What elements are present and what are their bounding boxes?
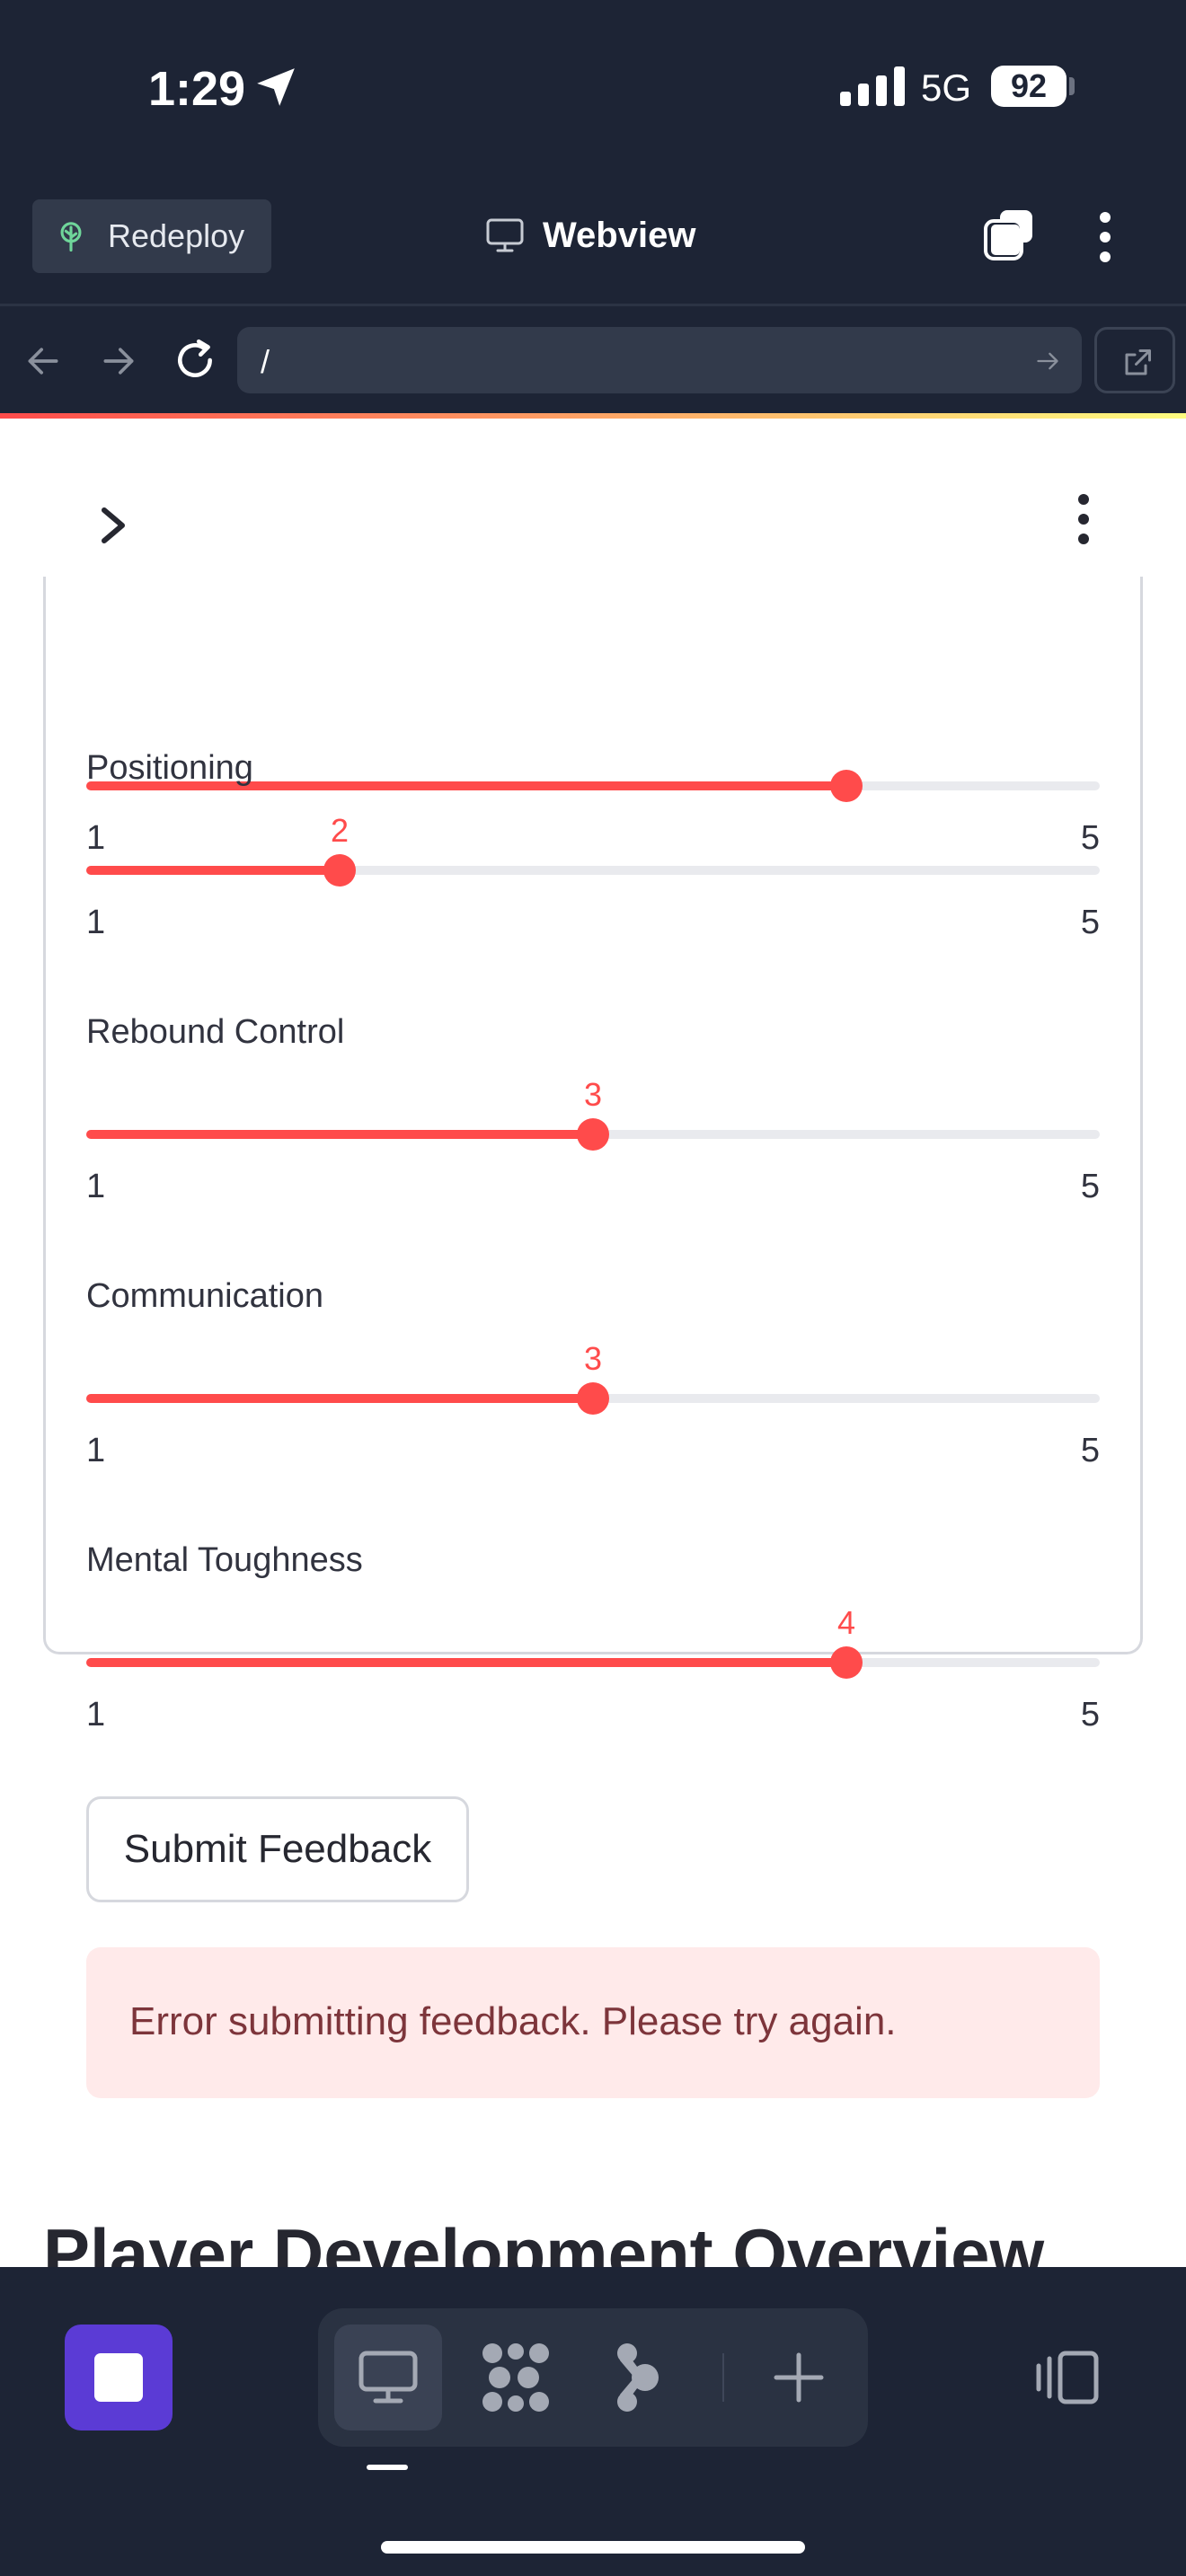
slider-max-label: 5 xyxy=(1080,1168,1100,1205)
network-type: 5G xyxy=(921,66,972,109)
main-menu-icon[interactable] xyxy=(1073,492,1094,546)
stop-button[interactable] xyxy=(65,2325,173,2430)
url-text: / xyxy=(261,343,270,380)
slider-track[interactable] xyxy=(86,1118,1100,1151)
slider-label: Communication xyxy=(86,1277,323,1315)
forward-arrow-icon[interactable] xyxy=(99,341,138,381)
error-alert: Error submitting feedback. Please try ag… xyxy=(86,1947,1100,2098)
slider-max-label: 5 xyxy=(1080,819,1100,857)
tree-icon xyxy=(60,222,82,251)
signal-icon xyxy=(840,66,905,106)
open-external-button[interactable] xyxy=(1094,327,1175,393)
slider-value-label: 4 xyxy=(836,1604,856,1641)
battery-tip xyxy=(1069,77,1075,95)
chevron-right-icon[interactable] xyxy=(97,503,133,548)
error-message: Error submitting feedback. Please try ag… xyxy=(129,1999,897,2043)
section-heading: Player Development Overview xyxy=(43,2214,1045,2267)
redeploy-label: Redeploy xyxy=(108,217,245,254)
stop-icon xyxy=(94,2353,143,2402)
header-divider xyxy=(0,304,1186,306)
home-indicator xyxy=(381,2541,805,2554)
external-link-icon xyxy=(1125,349,1151,375)
more-vertical-icon[interactable] xyxy=(1096,210,1114,264)
tabs-icon[interactable] xyxy=(982,208,1036,262)
desktop-tool-button[interactable] xyxy=(334,2325,442,2430)
status-time: 1:29 xyxy=(148,62,246,116)
location-arrow-icon xyxy=(257,68,295,106)
slider-fill xyxy=(86,1394,593,1403)
top-gradient-bar xyxy=(0,413,1186,419)
tool-group xyxy=(318,2308,868,2447)
slider-value-label: 3 xyxy=(583,1076,603,1113)
redeploy-button[interactable]: Redeploy xyxy=(32,199,271,273)
slider-min-label: 1 xyxy=(86,1696,106,1734)
status-bar: 1:29 5G 92 xyxy=(0,0,1186,180)
desktop-icon xyxy=(358,2351,418,2404)
plus-icon[interactable] xyxy=(773,2351,825,2404)
monitor-icon xyxy=(486,218,524,252)
back-arrow-icon[interactable] xyxy=(23,341,63,381)
slider-fill xyxy=(86,1658,846,1667)
webview-title: Webview xyxy=(485,210,695,260)
slider-fill xyxy=(86,1130,593,1139)
slider-thumb[interactable] xyxy=(830,1646,863,1679)
slider-fill xyxy=(86,866,340,875)
slider-thumb[interactable] xyxy=(830,770,863,802)
slider-thumb[interactable] xyxy=(323,854,356,887)
panel-icon[interactable] xyxy=(1033,2350,1100,2405)
slider-label: Positioning xyxy=(86,749,253,787)
bottom-toolbar xyxy=(0,2267,1186,2576)
slider-max-label: 5 xyxy=(1080,1696,1100,1734)
url-bar[interactable]: / xyxy=(237,327,1082,393)
slider-max-label: 5 xyxy=(1080,1432,1100,1469)
webview-content: 1 5 Positioning 2 1 5 Rebound Control 3 … xyxy=(0,413,1186,2267)
slider-min-label: 1 xyxy=(86,1432,106,1469)
slider-label: Mental Toughness xyxy=(86,1541,363,1579)
toolbar-divider xyxy=(722,2353,724,2402)
slider-value-label: 3 xyxy=(583,1340,603,1377)
go-arrow-icon[interactable] xyxy=(1035,348,1060,374)
connector-icon[interactable] xyxy=(611,2341,665,2414)
slider-track[interactable] xyxy=(86,854,1100,887)
slider-track[interactable] xyxy=(86,1382,1100,1415)
slider-thumb[interactable] xyxy=(577,1118,609,1151)
slider-min-label: 1 xyxy=(86,904,106,941)
slider-max-label: 5 xyxy=(1080,904,1100,941)
slider-thumb[interactable] xyxy=(577,1382,609,1415)
slider-value-label: 2 xyxy=(330,812,350,849)
reload-icon[interactable] xyxy=(173,338,217,383)
grid-dots-icon[interactable] xyxy=(480,2341,552,2414)
slider-min-label: 1 xyxy=(86,1168,106,1205)
slider-track[interactable] xyxy=(86,1646,1100,1679)
submit-feedback-button[interactable]: Submit Feedback xyxy=(86,1796,469,1902)
feedback-form-card xyxy=(43,577,1143,1654)
active-tool-indicator xyxy=(367,2465,408,2470)
slider-label: Rebound Control xyxy=(86,1013,345,1051)
page-title: Webview xyxy=(543,215,696,255)
battery-level: 92 xyxy=(991,66,1067,107)
slider-min-label: 1 xyxy=(86,819,106,857)
